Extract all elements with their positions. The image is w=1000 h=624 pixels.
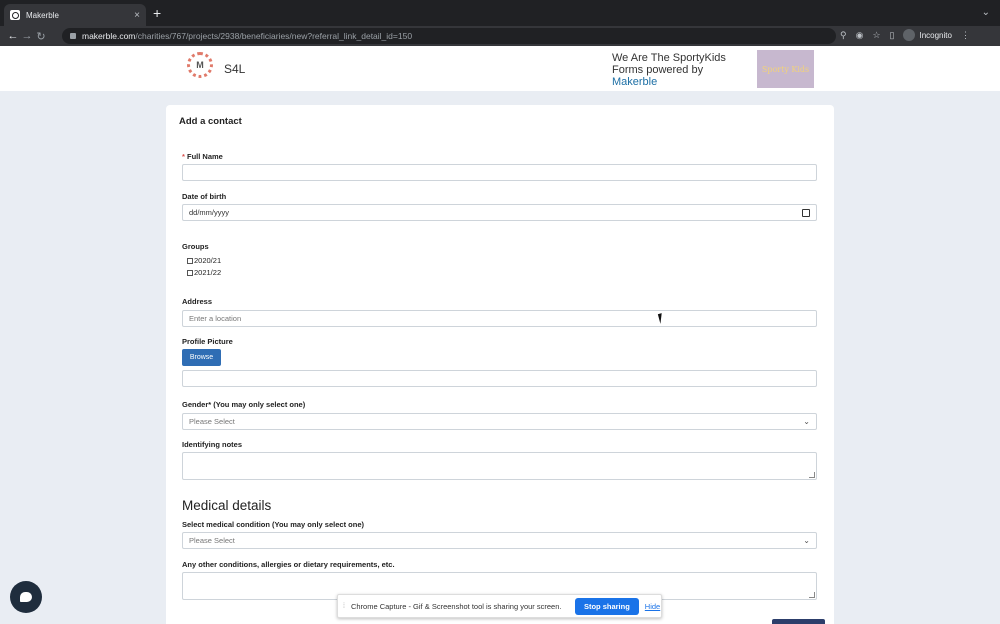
url-host: makerble.com [82,31,136,41]
toolbar-icons: ⚲ ◉ ☆ ▯ Incognito ⋮ [840,29,970,41]
screen-sharing-bar: ⁞ Chrome Capture - Gif & Screenshot tool… [337,594,662,618]
dob-input[interactable]: dd/mm/yyyy [182,204,817,221]
profile-picture-label: Profile Picture [182,337,233,346]
group-checkbox-2020-21[interactable]: 2020/21 [187,256,221,265]
form-title: Add a contact [179,116,242,127]
drag-handle-icon[interactable]: ⁞ [343,603,345,610]
full-name-label: * Full Name [182,152,223,161]
url-path: /charities/767/projects/2938/beneficiari… [135,31,413,41]
site-header: M S4L We Are The SportyKids Forms powere… [0,46,1000,91]
profile-picture-filename[interactable] [182,370,817,387]
makerble-favicon-icon [10,10,20,20]
add-contact-form: Add a contact * Full Name Date of birth … [166,105,834,624]
identifying-notes-label: Identifying notes [182,440,242,449]
close-tab-icon[interactable]: × [134,10,140,21]
stop-sharing-button[interactable]: Stop sharing [574,597,639,615]
sharing-message: Chrome Capture - Gif & Screenshot tool i… [350,601,562,611]
address-placeholder: Enter a location [189,314,242,323]
calendar-icon[interactable] [802,209,810,217]
powered-line-2: Forms powered by [612,64,704,76]
zoom-search-icon[interactable]: ⚲ [840,30,847,41]
kebab-menu-icon[interactable]: ⋮ [961,30,970,41]
hide-link[interactable]: Hide [645,602,660,611]
gender-select[interactable]: Please Select ⌄ [182,413,817,430]
incognito-avatar-icon [903,29,916,41]
full-name-label-text: Full Name [187,152,223,161]
checkbox-icon[interactable] [187,257,193,264]
required-mark: * [182,152,185,161]
incognito-indicator[interactable]: Incognito [903,29,952,41]
address-input[interactable]: Enter a location [182,310,817,327]
chevron-down-icon: ⌄ [803,536,810,545]
back-arrow-icon[interactable]: ← [6,30,20,42]
tab-search-chevron-icon[interactable]: ⌄ [982,7,990,18]
address-label: Address [182,297,213,306]
medical-condition-label: Select medical condition (You may only s… [182,520,364,529]
browser-tab[interactable]: Makerble × [4,4,146,26]
brand-name: S4L [224,62,246,76]
gender-label: Gender* (You may only select one) [182,400,306,409]
chat-bubble-icon[interactable] [10,581,42,613]
dob-label: Date of birth [182,192,227,201]
dob-value: dd/mm/yyyy [189,208,230,217]
checkbox-icon[interactable] [187,269,193,276]
partner-logo-text: Sporty Kids [761,64,810,74]
address-bar[interactable]: makerble.com /charities/767/projects/293… [62,28,836,44]
browser-toolbar: ← → ↻ makerble.com /charities/767/projec… [0,26,1000,46]
logo-letter: M [196,60,204,70]
group-label: 2021/22 [194,268,222,277]
sporty-kids-logo: Sporty Kids [757,50,814,88]
medical-condition-select[interactable]: Please Select ⌄ [182,532,817,549]
eye-off-icon[interactable]: ◉ [856,30,864,41]
browser-tab-strip: Makerble × + ⌄ [0,0,1000,26]
gender-value: Please Select [189,417,235,426]
new-tab-button[interactable]: + [153,5,161,21]
powered-line-1: We Are The SportyKids [612,52,726,64]
chevron-down-icon: ⌄ [803,417,810,426]
medical-section-heading: Medical details [182,498,272,513]
submit-button[interactable] [772,619,825,624]
groups-label: Groups [182,242,209,251]
other-conditions-label: Any other conditions, allergies or dieta… [182,560,395,569]
tab-title: Makerble [26,10,59,20]
powered-brand: Makerble [612,76,658,88]
side-panel-icon[interactable]: ▯ [890,30,895,41]
medical-condition-value: Please Select [189,536,235,545]
browse-button[interactable]: Browse [182,349,221,366]
identifying-notes-textarea[interactable] [182,452,817,480]
incognito-label: Incognito [919,30,952,40]
reload-icon[interactable]: ↻ [34,30,48,43]
lock-icon [70,33,76,39]
group-label: 2020/21 [194,256,222,265]
full-name-input[interactable] [182,164,817,181]
bookmark-star-icon[interactable]: ☆ [872,30,880,41]
powered-by-text: We Are The SportyKids Forms powered by M… [612,52,752,88]
group-checkbox-2021-22[interactable]: 2021/22 [187,268,221,277]
forward-arrow-icon[interactable]: → [20,30,34,42]
makerble-logo-icon[interactable]: M [187,52,213,78]
